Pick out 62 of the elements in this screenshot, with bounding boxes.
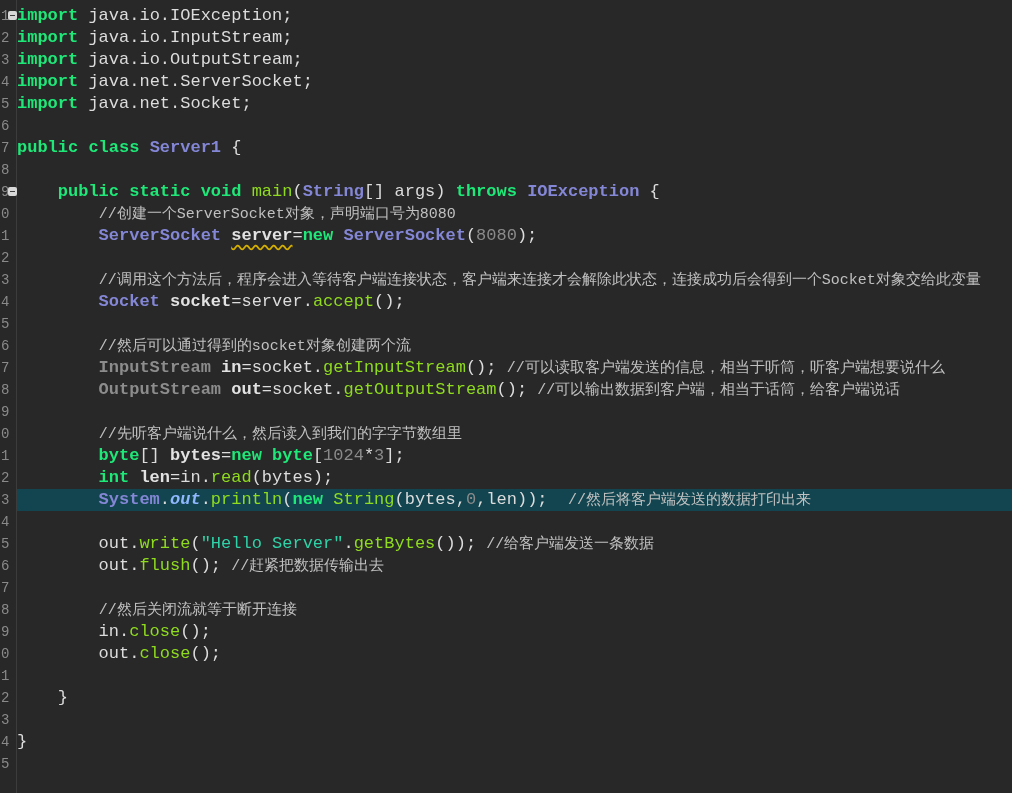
- line-number: 5: [1, 757, 10, 771]
- code-line: InputStream in=socket.getInputStream(); //可以读取客户端发送的信息，相当于听筒，听客户端想要说什么: [97, 356, 945, 379]
- line-number: 9: [1, 185, 10, 199]
- line-number: 2: [1, 691, 10, 705]
- code-line: OutputStream out=socket.getOutputStream(); //可以输出数据到客户端，相当于话筒，给客户端说话: [97, 378, 901, 401]
- code-line: Socket socket=server.accept();: [97, 291, 405, 313]
- code-line: in.close();: [97, 621, 211, 643]
- code-line: //调用这个方法后，程序会进入等待客户端连接状态，客户端来连接才会解除此状态，连接成功后会得到一个Socket对象交给此变量: [97, 270, 981, 291]
- line-number: 9: [1, 405, 10, 419]
- line-number: 8: [1, 603, 10, 617]
- line-number: 1: [1, 229, 10, 243]
- code-line: public static void main(String[] args) throws IOException {: [56, 181, 660, 203]
- line-number: 5: [1, 537, 10, 551]
- code-line: import java.io.OutputStream;: [17, 49, 303, 71]
- line-number: 3: [1, 493, 10, 507]
- code-line: System.out.println(new String(bytes,0,len)); //然后将客户端发送的数据打印出来: [97, 488, 811, 511]
- code-line: }: [17, 731, 28, 753]
- code-line: //先听客户端说什么，然后读入到我们的字字节数组里: [97, 424, 462, 445]
- line-number: 3: [1, 53, 10, 67]
- collapse-icon[interactable]: [8, 187, 17, 196]
- code-line: //然后可以通过得到的socket对象创建两个流: [97, 336, 411, 357]
- code-line: public class Server1 {: [17, 137, 242, 159]
- line-number: 3: [1, 713, 10, 727]
- code-line: //创建一个ServerSocket对象，声明端口号为8080: [97, 204, 456, 225]
- line-number: 6: [1, 119, 10, 133]
- line-number: 0: [1, 207, 10, 221]
- code-line: byte[] bytes=new byte[1024*3];: [97, 445, 405, 467]
- line-number: 2: [1, 31, 10, 45]
- code-line: import java.net.ServerSocket;: [17, 71, 313, 93]
- code-line: //然后关闭流就等于断开连接: [97, 600, 297, 621]
- code-line: out.close();: [97, 643, 222, 665]
- line-number: 7: [1, 361, 10, 375]
- line-number: 4: [1, 295, 10, 309]
- line-number: 2: [1, 471, 10, 485]
- line-number: 4: [1, 75, 10, 89]
- line-number: 1: [1, 449, 10, 463]
- code-line: out.write("Hello Server".getBytes()); //给客户端发送一条数据: [97, 532, 655, 555]
- line-number: 0: [1, 427, 10, 441]
- code-line: import java.io.InputStream;: [17, 27, 293, 49]
- line-number: 7: [1, 141, 10, 155]
- code-line: ServerSocket server=new ServerSocket(8080);: [97, 225, 538, 247]
- line-number: 5: [1, 317, 10, 331]
- line-number: 4: [1, 735, 10, 749]
- line-number: 0: [1, 647, 10, 661]
- line-number: 6: [1, 559, 10, 573]
- line-number: 8: [1, 383, 10, 397]
- line-number: 1: [1, 9, 10, 23]
- line-number: 4: [1, 515, 10, 529]
- code-line: out.flush(); //赶紧把数据传输出去: [97, 554, 385, 577]
- line-number: 2: [1, 251, 10, 265]
- line-number: 3: [1, 273, 10, 287]
- line-number: 1: [1, 669, 10, 683]
- line-number: 5: [1, 97, 10, 111]
- collapse-icon[interactable]: [8, 11, 17, 20]
- line-number: 6: [1, 339, 10, 353]
- code-line: import java.io.IOException;: [17, 5, 293, 27]
- line-number: 9: [1, 625, 10, 639]
- line-number: 7: [1, 581, 10, 595]
- line-number: 8: [1, 163, 10, 177]
- code-line: }: [56, 687, 68, 709]
- code-line: int len=in.read(bytes);: [97, 467, 334, 489]
- code-line: import java.net.Socket;: [17, 93, 252, 115]
